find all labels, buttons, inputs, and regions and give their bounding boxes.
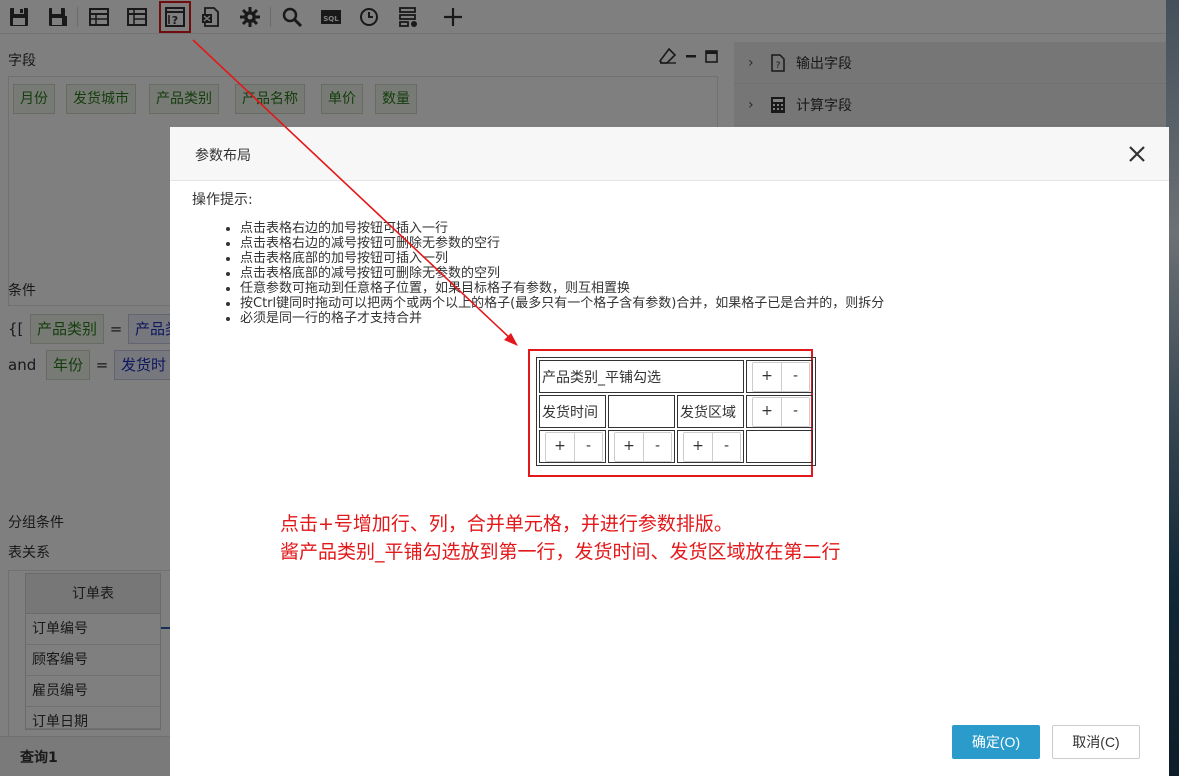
grid-row-controls: + - <box>746 360 813 393</box>
remove-row-button[interactable]: - <box>781 362 809 391</box>
remove-column-button[interactable]: - <box>574 432 602 461</box>
hint-item: 必须是同一行的格子才支持合并 <box>240 311 884 326</box>
grid-column-controls: + - <box>608 430 675 463</box>
remove-column-button[interactable]: - <box>643 432 671 461</box>
dialog-header: 参数布局 <box>170 127 1169 181</box>
hint-item: 点击表格右边的加号按钮可插入一行 <box>240 221 884 236</box>
add-row-button[interactable]: + <box>753 362 781 391</box>
grid-row-controls: + - <box>746 395 813 428</box>
add-column-button[interactable]: + <box>615 432 643 461</box>
hint-item: 按Ctrl键同时拖动可以把两个或两个以上的格子(最多只有一个格子含有参数)合并，… <box>240 296 884 311</box>
hint-item: 任意参数可拖动到任意格子位置，如果目标格子有参数，则互相置换 <box>240 281 884 296</box>
grid-column-controls: + - <box>539 430 606 463</box>
confirm-button[interactable]: 确定(O) <box>952 725 1040 759</box>
hint-list: 点击表格右边的加号按钮可插入一行 点击表格右边的减号按钮可删除无参数的空行 点击… <box>240 221 884 326</box>
grid-cell-empty <box>746 430 813 463</box>
dialog-title: 参数布局 <box>195 148 251 164</box>
add-column-button[interactable]: + <box>546 432 574 461</box>
highlight-frame: 产品类别_平铺勾选 + - 发货时间 发货区域 + - + - + - + - <box>528 349 816 477</box>
parameter-layout-dialog: 参数布局 操作提示: 点击表格右边的加号按钮可插入一行 点击表格右边的减号按钮可… <box>170 127 1169 776</box>
grid-cell-empty[interactable] <box>608 395 675 428</box>
annotation-line-2: 酱产品类别_平铺勾选放到第一行，发货时间、发货区域放在第二行 <box>280 541 841 563</box>
close-icon[interactable] <box>1127 144 1147 164</box>
grid-column-controls: + - <box>677 430 744 463</box>
cancel-button[interactable]: 取消(C) <box>1052 725 1140 759</box>
hint-item: 点击表格底部的减号按钮可删除无参数的空列 <box>240 266 884 281</box>
parameter-grid: 产品类别_平铺勾选 + - 发货时间 发货区域 + - + - + - + - <box>536 357 816 466</box>
grid-cell-ship-time[interactable]: 发货时间 <box>539 395 606 428</box>
add-column-button[interactable]: + <box>684 432 712 461</box>
hint-title: 操作提示: <box>192 192 253 208</box>
grid-cell-ship-region[interactable]: 发货区域 <box>677 395 744 428</box>
add-row-button[interactable]: + <box>753 397 781 426</box>
hint-item: 点击表格底部的加号按钮可插入一列 <box>240 251 884 266</box>
remove-row-button[interactable]: - <box>781 397 809 426</box>
grid-cell-product-category[interactable]: 产品类别_平铺勾选 <box>539 360 744 393</box>
remove-column-button[interactable]: - <box>712 432 740 461</box>
annotation-line-1: 点击+号增加行、列，合并单元格，并进行参数排版。 <box>280 513 733 535</box>
hint-item: 点击表格右边的减号按钮可删除无参数的空行 <box>240 236 884 251</box>
